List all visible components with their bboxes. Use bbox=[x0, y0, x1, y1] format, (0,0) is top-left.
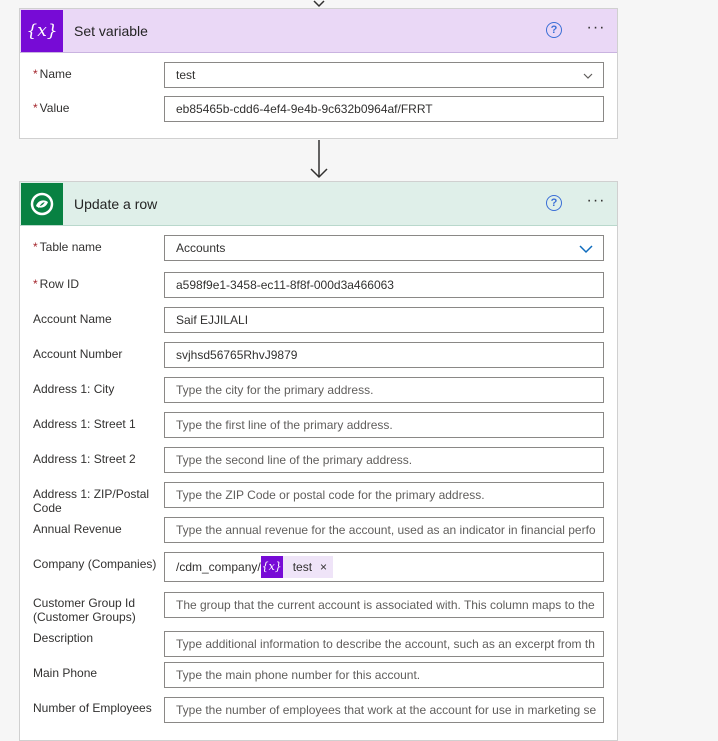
help-icon[interactable]: ? bbox=[546, 195, 562, 211]
table-name-value: Accounts bbox=[176, 241, 226, 255]
set-variable-card[interactable]: {x} Set variable ? ··· * Name test * Value… bbox=[19, 8, 618, 139]
employees-input[interactable]: Type the number of employees that work a… bbox=[164, 697, 604, 723]
field-label: Address 1: Street 2 bbox=[33, 452, 136, 466]
main-phone-input[interactable]: Type the main phone number for this acco… bbox=[164, 662, 604, 688]
required-mark: * bbox=[33, 240, 38, 254]
annual-revenue-input[interactable]: Type the annual revenue for the account,… bbox=[164, 517, 604, 543]
update-row-card[interactable]: Update a row ? ··· * Table name Accounts … bbox=[19, 181, 618, 741]
connector-arrow bbox=[310, 140, 328, 179]
name-dropdown[interactable]: test bbox=[164, 62, 604, 88]
help-icon[interactable]: ? bbox=[546, 22, 562, 38]
address-city-input[interactable]: Type the city for the primary address. bbox=[164, 377, 604, 403]
row-id-input[interactable]: a598f9e1-3458-ec11-8f8f-000d3a466063 bbox=[164, 272, 604, 298]
variable-icon: {x} bbox=[21, 10, 63, 52]
account-name-input[interactable]: Saif EJJILALI bbox=[164, 307, 604, 333]
description-input[interactable]: Type additional information to describe … bbox=[164, 631, 604, 657]
field-label-text: Row ID bbox=[39, 277, 80, 291]
variable-icon: {x} bbox=[260, 555, 283, 578]
customer-group-input[interactable]: The group that the current account is as… bbox=[164, 592, 604, 618]
token-label: test bbox=[292, 559, 313, 574]
field-label: Customer Group Id (Customer Groups) bbox=[33, 596, 136, 624]
address-zip-input[interactable]: Type the ZIP Code or postal code for the… bbox=[164, 482, 604, 508]
set-variable-title: Set variable bbox=[74, 23, 148, 39]
field-label: * Table name bbox=[33, 240, 158, 254]
required-mark: * bbox=[33, 67, 38, 81]
name-dropdown-value: test bbox=[176, 68, 196, 82]
field-label: Account Name bbox=[33, 312, 112, 326]
company-input-text: /cdm_company/ bbox=[176, 560, 261, 574]
connector-arrow-top bbox=[313, 0, 325, 8]
table-name-dropdown[interactable]: Accounts bbox=[164, 235, 604, 261]
field-label: Address 1: City bbox=[33, 382, 115, 396]
field-label: Annual Revenue bbox=[33, 522, 122, 536]
field-label: Address 1: Street 1 bbox=[33, 417, 136, 431]
value-input[interactable]: eb85465b-cdd6-4ef4-9e4b-9c632b0964af/FRR… bbox=[164, 96, 604, 122]
more-options-icon[interactable]: ··· bbox=[584, 20, 608, 39]
update-row-header[interactable]: Update a row ? ··· bbox=[20, 182, 617, 226]
required-mark: * bbox=[33, 277, 38, 291]
more-options-icon[interactable]: ··· bbox=[584, 193, 608, 212]
field-label: Main Phone bbox=[33, 666, 98, 680]
field-label: * Row ID bbox=[33, 277, 158, 291]
field-label: Company (Companies) bbox=[33, 557, 157, 571]
name-label: * Name bbox=[33, 67, 158, 81]
close-icon[interactable]: × bbox=[320, 560, 327, 574]
set-variable-header[interactable]: {x} Set variable ? ··· bbox=[20, 9, 617, 53]
dataverse-icon bbox=[21, 183, 63, 225]
update-row-title: Update a row bbox=[74, 196, 158, 212]
company-input[interactable]: /cdm_company/{x} test × bbox=[164, 552, 604, 582]
value-label-text: Value bbox=[39, 101, 70, 115]
field-label: Account Number bbox=[33, 347, 123, 361]
field-label-text: Table name bbox=[39, 240, 102, 254]
field-label: Description bbox=[33, 631, 94, 645]
field-label: Address 1: ZIP/Postal Code bbox=[33, 487, 150, 515]
dynamic-content-token[interactable]: test × bbox=[282, 555, 334, 578]
value-label: * Value bbox=[33, 101, 158, 115]
name-label-text: Name bbox=[39, 67, 72, 81]
address-street1-input[interactable]: Type the first line of the primary addre… bbox=[164, 412, 604, 438]
field-label: Number of Employees bbox=[33, 701, 152, 715]
address-street2-input[interactable]: Type the second line of the primary addr… bbox=[164, 447, 604, 473]
chevron-down-icon bbox=[579, 245, 593, 254]
chevron-down-icon bbox=[583, 73, 593, 79]
required-mark: * bbox=[33, 101, 38, 115]
account-number-input[interactable]: svjhsd56765RhvJ9879 bbox=[164, 342, 604, 368]
